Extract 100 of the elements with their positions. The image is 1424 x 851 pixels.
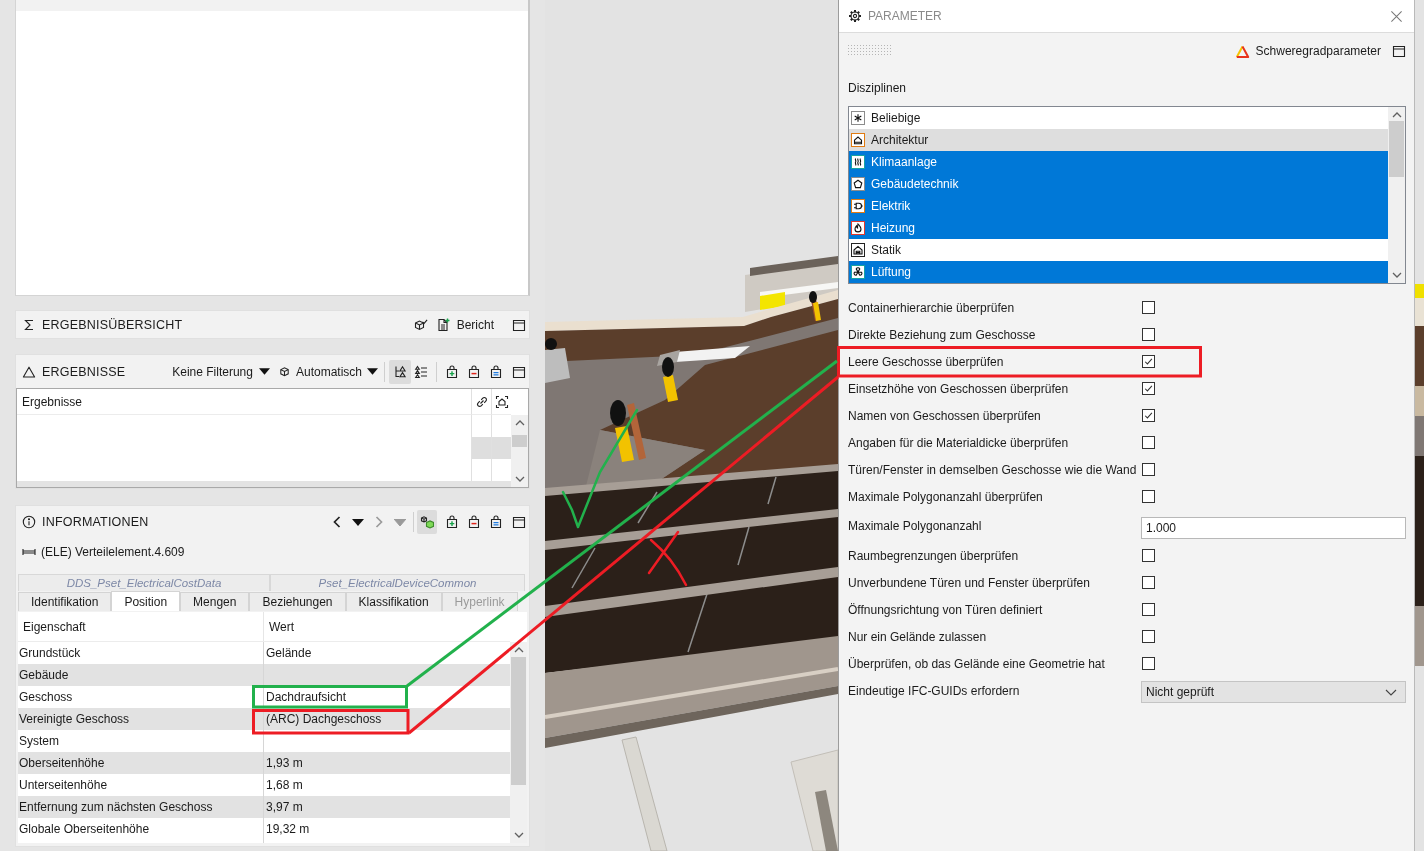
checkbox[interactable] <box>1142 382 1155 395</box>
checkbox[interactable] <box>1142 328 1155 341</box>
chevron-down-icon[interactable] <box>1391 272 1402 278</box>
asterisk-icon <box>851 111 865 125</box>
tab[interactable]: Mengen <box>180 592 250 611</box>
panel-title: ERGEBNISÜBERSICHT <box>42 317 183 332</box>
tab[interactable]: Identifikation <box>18 592 112 611</box>
heat-waves-icon <box>851 155 865 169</box>
option-label: Raumbegrenzungen überprüfen <box>848 548 1020 563</box>
caret-down-icon <box>258 368 270 375</box>
hierarchy-icon <box>393 364 407 379</box>
scrollbar-thumb[interactable] <box>512 435 527 447</box>
element-name: (ELE) Verteilelement.4.609 <box>41 545 185 559</box>
checkbox[interactable] <box>1142 463 1155 476</box>
window-icon[interactable] <box>512 515 526 529</box>
column-header: Ergebnisse <box>17 389 471 415</box>
table-cell: 3,97 m <box>266 801 303 813</box>
column-header: Wert <box>268 618 295 636</box>
info-icon <box>22 515 36 529</box>
checkbox[interactable] <box>1142 549 1155 562</box>
link-icon[interactable] <box>474 394 489 409</box>
filter-dropdown[interactable]: Keine Filterung <box>172 360 270 383</box>
cube-check-icon[interactable] <box>413 317 428 332</box>
checkbox[interactable] <box>1142 301 1155 314</box>
option-label: Direkte Beziehung zum Geschosse <box>848 327 1037 342</box>
tab[interactable]: Position <box>111 591 181 611</box>
bag-minus-icon[interactable] <box>467 515 481 529</box>
bag-plus-icon[interactable] <box>445 515 459 529</box>
checkbox[interactable] <box>1142 603 1155 616</box>
checkbox[interactable] <box>1142 490 1155 503</box>
option-label: Öffnungsrichtung von Türen definiert <box>848 602 1044 617</box>
table-cell: Dachdraufsicht <box>266 691 347 703</box>
chevron-up-icon[interactable] <box>1391 112 1402 118</box>
building-icon <box>851 243 865 257</box>
checkbox[interactable] <box>1142 657 1155 670</box>
report-button[interactable]: Bericht <box>433 313 496 336</box>
table-cell: Globale Oberseitenhöhe <box>18 818 264 840</box>
list-item[interactable]: Lüftung <box>849 261 1388 283</box>
scrollbar-thumb[interactable] <box>511 657 526 785</box>
table-cell: Oberseitenhöhe <box>18 752 264 774</box>
window-icon[interactable] <box>512 364 526 379</box>
list-item[interactable]: Heizung <box>849 217 1388 239</box>
bag-equal-icon[interactable] <box>489 364 503 379</box>
list-item[interactable]: Gebäudetechnik <box>849 173 1388 195</box>
option-label: Maximale Polygonanzahl überprüfen <box>848 489 1044 504</box>
scrollbar[interactable] <box>511 415 528 487</box>
caret-down-icon <box>367 368 378 375</box>
table-cell: 1,68 m <box>266 779 303 791</box>
flame-icon <box>851 221 865 235</box>
list-item[interactable]: Architektur <box>849 129 1388 151</box>
checkbox[interactable] <box>1142 409 1155 422</box>
panel-title: PARAMETER <box>868 9 942 23</box>
plug-icon <box>851 199 865 213</box>
list-icon <box>414 364 428 379</box>
list-item[interactable]: Elektrik <box>849 195 1388 217</box>
cross-scribble-icon <box>647 530 688 587</box>
tab[interactable]: Beziehungen <box>249 592 346 611</box>
fan-icon <box>851 265 865 279</box>
bag-plus-icon[interactable] <box>445 364 459 379</box>
tree-view-button[interactable] <box>389 359 411 384</box>
bag-equal-icon[interactable] <box>489 515 503 529</box>
triangle-icon <box>22 364 36 379</box>
table-cell: Vereinigte Geschoss <box>18 708 264 730</box>
option-label: Türen/Fenster in demselben Geschosse wie die Wand <box>848 462 1138 477</box>
checkbox[interactable] <box>1142 576 1155 589</box>
mode-dropdown[interactable]: Automatisch <box>277 360 378 383</box>
scrollbar-thumb[interactable] <box>1389 121 1404 177</box>
model-toggle-button[interactable] <box>417 510 437 534</box>
caret-down-icon[interactable] <box>352 518 364 526</box>
severity-parameters-button[interactable]: Schweregradparameter <box>1232 40 1383 62</box>
close-icon[interactable] <box>1390 9 1403 23</box>
settings-icon <box>848 9 862 23</box>
option-label: Containerhierarchie überprüfen <box>848 300 1016 315</box>
chevron-down-icon[interactable] <box>514 476 525 482</box>
sigma-icon <box>22 317 36 332</box>
table-cell: Entfernung zum nächsten Geschoss <box>18 796 264 818</box>
document-plus-icon <box>435 317 450 332</box>
bag-minus-icon[interactable] <box>467 364 481 379</box>
checkbox[interactable] <box>1142 630 1155 643</box>
option-label: Unverbundene Türen und Fenster überprüfen <box>848 575 1091 590</box>
tab[interactable]: Klassifikation <box>345 592 442 611</box>
dropdown[interactable]: Nicht geprüft <box>1141 681 1406 703</box>
scrollbar[interactable] <box>1388 107 1405 283</box>
chevron-up-icon[interactable] <box>513 647 524 653</box>
checkbox[interactable] <box>1142 355 1155 368</box>
scrollbar[interactable] <box>510 642 527 843</box>
chevron-up-icon[interactable] <box>514 420 525 426</box>
section-label: Disziplinen <box>848 80 908 96</box>
cube-icon <box>277 365 291 378</box>
number-field[interactable]: 1.000 <box>1141 516 1406 539</box>
list-item[interactable]: Klimaanlage <box>849 151 1388 173</box>
window-icon[interactable] <box>1392 44 1406 58</box>
option-label: Überprüfen, ob das Gelände eine Geometrie hat <box>848 656 1106 671</box>
window-icon[interactable] <box>512 317 526 332</box>
chevron-down-icon[interactable] <box>513 832 524 838</box>
chevron-left-icon[interactable] <box>333 516 341 528</box>
checkbox[interactable] <box>1142 436 1155 449</box>
house-icon <box>851 133 865 147</box>
focus-frame-icon[interactable] <box>494 394 509 409</box>
pentagon-icon <box>851 177 865 191</box>
